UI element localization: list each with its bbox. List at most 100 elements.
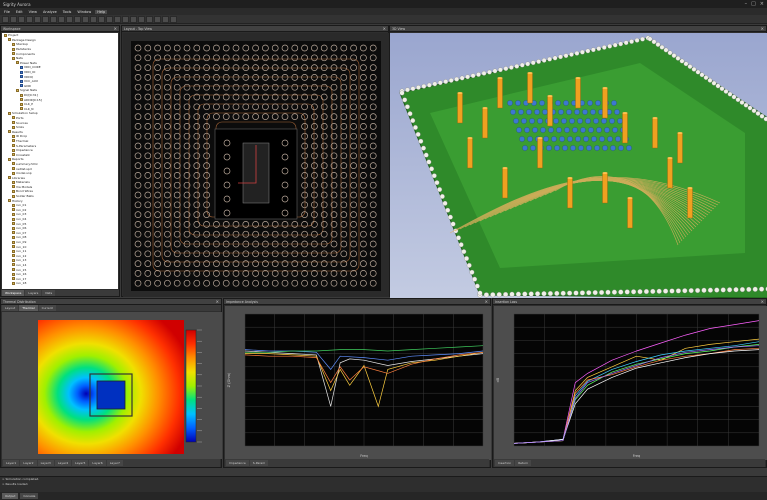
insertion-loss-header: Insertion Loss ×	[493, 299, 766, 305]
tree-item-label: Reports	[12, 157, 24, 162]
toolbar-button[interactable]	[18, 15, 25, 23]
pillar	[677, 132, 683, 164]
solder-ball	[703, 75, 709, 80]
thermal-canvas[interactable]	[2, 312, 222, 459]
solder-ball	[650, 288, 656, 294]
solder-ball	[739, 286, 745, 293]
menu-item-tools[interactable]: Tools	[61, 10, 74, 14]
folder-icon	[12, 217, 15, 221]
tab-layer[interactable]: Layer4	[54, 460, 72, 466]
minimize-button[interactable]: –	[745, 1, 748, 7]
pillar	[602, 172, 608, 204]
tab-layer[interactable]: Layer5	[72, 460, 89, 466]
solder-ball	[503, 291, 509, 298]
menu-item-edit[interactable]: Edit	[14, 10, 25, 14]
impedance-panel: Impedance Analysis × Freq Z (Ohm) Impedan…	[223, 298, 491, 468]
toolbar-button[interactable]	[34, 15, 41, 23]
tree-item-label: VDDQ	[24, 74, 34, 79]
close-button[interactable]: ×	[760, 1, 764, 7]
toolbar-button[interactable]	[106, 15, 113, 23]
tab-impedance[interactable]: Impedance	[226, 460, 249, 466]
toolbar	[0, 15, 767, 24]
solder-ball	[659, 44, 665, 50]
toolbar-button[interactable]	[66, 15, 73, 23]
tab-layer[interactable]: Layer2	[20, 460, 37, 466]
layout-canvas[interactable]	[123, 33, 389, 297]
close-icon[interactable]: ×	[383, 26, 386, 31]
via	[507, 100, 513, 106]
tab-layer[interactable]: Layer6	[89, 460, 106, 466]
via	[558, 109, 564, 115]
toolbar-button[interactable]	[146, 15, 153, 23]
toolbar-button[interactable]	[170, 15, 177, 23]
workspace-header: Workspace ×	[1, 26, 119, 32]
toolbar-button[interactable]	[26, 15, 33, 23]
solder-ball	[611, 289, 617, 295]
pillar	[497, 77, 503, 109]
solder-ball	[671, 53, 677, 58]
solder-ball	[656, 288, 662, 294]
via	[615, 136, 621, 142]
tab-nets[interactable]: Nets	[42, 290, 56, 296]
solder-ball	[574, 50, 580, 56]
via	[588, 127, 594, 133]
close-icon[interactable]: ×	[761, 26, 764, 31]
close-icon[interactable]: ×	[761, 299, 764, 304]
close-icon[interactable]: ×	[216, 299, 219, 304]
solder-ball	[759, 286, 765, 292]
menu-item-file[interactable]: File	[2, 10, 12, 14]
tab-s-param[interactable]: S-Param	[249, 460, 269, 466]
via	[534, 109, 540, 115]
toolbar-button[interactable]	[114, 15, 121, 23]
menu-item-analyze[interactable]: Analyze	[41, 10, 59, 14]
maximize-button[interactable]: □	[751, 1, 756, 7]
close-icon[interactable]: ×	[114, 26, 117, 31]
tab-layers[interactable]: Layers	[25, 290, 42, 296]
folder-icon	[8, 111, 11, 115]
tree-item[interactable]: run_18	[2, 281, 118, 286]
3d-canvas[interactable]	[390, 33, 767, 298]
tab-output[interactable]: Output	[2, 493, 19, 499]
tree-item-label: VCC_AUX	[24, 79, 39, 84]
pillar-top	[467, 137, 473, 139]
folder-icon	[12, 203, 15, 207]
menu-item-window[interactable]: Window	[75, 10, 93, 14]
tab-thermal[interactable]: Thermal	[19, 305, 38, 311]
toolbar-button[interactable]	[122, 15, 129, 23]
tab-workspace[interactable]: Workspace	[2, 290, 25, 296]
menu-item-view[interactable]: View	[27, 10, 39, 14]
via	[527, 136, 533, 142]
menu-bar: File Edit View Analyze Tools Window Help	[0, 8, 767, 15]
toolbar-button[interactable]	[90, 15, 97, 23]
toolbar-button[interactable]	[154, 15, 161, 23]
toolbar-button[interactable]	[10, 15, 17, 23]
tab-layout[interactable]: Layout	[2, 305, 19, 311]
tab-layer[interactable]: Layer1	[3, 460, 20, 466]
tab-return[interactable]: Return	[515, 460, 532, 466]
toolbar-button[interactable]	[98, 15, 105, 23]
toolbar-button[interactable]	[42, 15, 49, 23]
tab-insertion[interactable]: Insertion	[495, 460, 515, 466]
impedance-chart[interactable]: Freq Z (Ohm)	[225, 306, 491, 460]
toolbar-button[interactable]	[50, 15, 57, 23]
solder-ball	[715, 83, 721, 89]
toolbar-button[interactable]	[74, 15, 81, 23]
toolbar-button[interactable]	[2, 15, 9, 23]
toolbar-button[interactable]	[162, 15, 169, 23]
folder-icon	[12, 268, 15, 272]
layer-tabs: Layer1 Layer2 Layer3 Layer4 Layer5 Layer6 Laye…	[2, 459, 220, 467]
tab-layer[interactable]: Layer7	[106, 460, 123, 466]
tab-layer[interactable]: Layer3	[37, 460, 54, 466]
solder-ball	[723, 89, 729, 94]
tab-current[interactable]: Current	[38, 305, 56, 311]
menu-item-help[interactable]: Help	[95, 9, 108, 14]
toolbar-button[interactable]	[130, 15, 137, 23]
insertion-loss-chart[interactable]: Freq dB	[494, 306, 767, 460]
toolbar-button[interactable]	[58, 15, 65, 23]
tab-console[interactable]: Console	[20, 493, 39, 499]
folder-icon	[12, 144, 15, 148]
tree-item-label: DQ[0:31]	[24, 93, 38, 98]
toolbar-button[interactable]	[138, 15, 145, 23]
toolbar-button[interactable]	[82, 15, 89, 23]
close-icon[interactable]: ×	[485, 299, 488, 304]
